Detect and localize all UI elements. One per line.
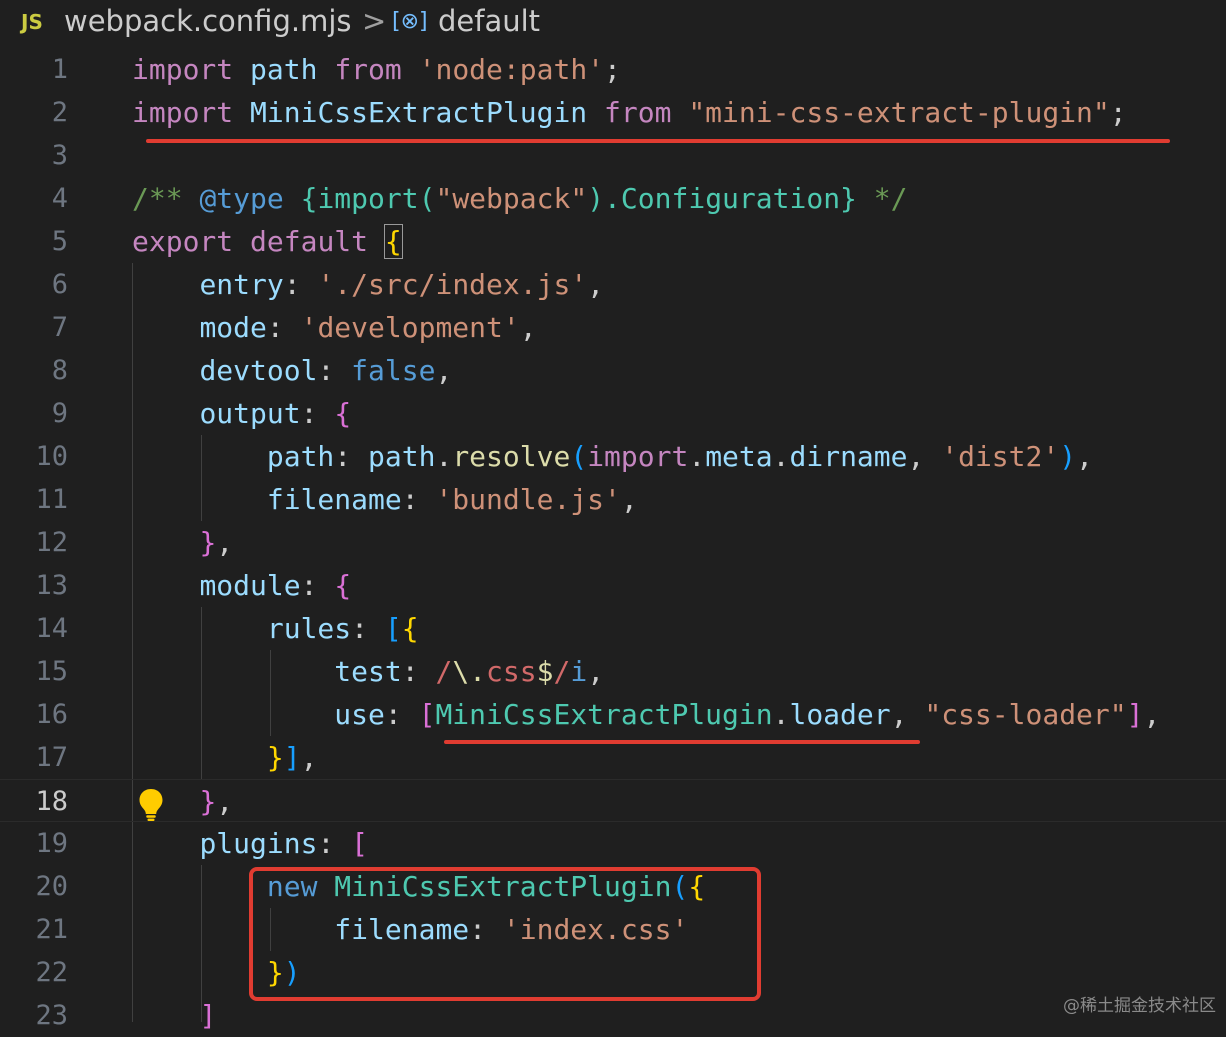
line-number: 4 xyxy=(0,177,68,220)
code-line[interactable]: 19 plugins: [ xyxy=(0,822,1226,865)
chevron-right-icon: > xyxy=(362,4,386,38)
code-text: /** @type {import("webpack").Configurati… xyxy=(132,177,907,220)
code-text: filename: 'bundle.js', xyxy=(132,478,638,521)
code-text: plugins: [ xyxy=(132,822,368,865)
code-line[interactable]: 11 filename: 'bundle.js', xyxy=(0,478,1226,521)
code-text: entry: './src/index.js', xyxy=(132,263,604,306)
line-number: 23 xyxy=(0,994,68,1037)
breadcrumb: JS webpack.config.mjs > [⊗] default xyxy=(0,0,1226,46)
js-file-icon: JS xyxy=(21,10,43,34)
line-number: 9 xyxy=(0,392,68,435)
line-number: 22 xyxy=(0,951,68,994)
line-number: 5 xyxy=(0,220,68,263)
line-number: 11 xyxy=(0,478,68,521)
line-number: 16 xyxy=(0,693,68,736)
breadcrumb-file[interactable]: webpack.config.mjs xyxy=(64,4,351,38)
watermark: @稀土掘金技术社区 xyxy=(1063,991,1216,1016)
line-number: 13 xyxy=(0,564,68,607)
code-line[interactable]: 13 module: { xyxy=(0,564,1226,607)
line-number: 19 xyxy=(0,822,68,865)
breadcrumb-symbol[interactable]: default xyxy=(438,4,540,38)
code-text: use: [MiniCssExtractPlugin.loader, "css-… xyxy=(132,693,1160,736)
code-text: }, xyxy=(132,780,233,823)
line-number: 18 xyxy=(0,780,68,823)
code-text: import MiniCssExtractPlugin from "mini-c… xyxy=(132,91,1127,134)
code-line[interactable]: 9 output: { xyxy=(0,392,1226,435)
annotation-box xyxy=(249,867,761,1001)
line-number: 1 xyxy=(0,48,68,91)
line-number: 7 xyxy=(0,306,68,349)
code-text: }, xyxy=(132,521,233,564)
line-number: 21 xyxy=(0,908,68,951)
code-line[interactable]: 16 use: [MiniCssExtractPlugin.loader, "c… xyxy=(0,693,1226,736)
code-text: mode: 'development', xyxy=(132,306,537,349)
code-text: path: path.resolve(import.meta.dirname, … xyxy=(132,435,1093,478)
code-line[interactable]: 7 mode: 'development', xyxy=(0,306,1226,349)
code-text: import path from 'node:path'; xyxy=(132,48,621,91)
line-number: 3 xyxy=(0,134,68,177)
code-text: test: /\.css$/i, xyxy=(132,650,604,693)
line-number: 17 xyxy=(0,736,68,779)
line-number: 20 xyxy=(0,865,68,908)
code-line[interactable]: 2 import MiniCssExtractPlugin from "mini… xyxy=(0,91,1226,134)
code-text: ] xyxy=(132,994,216,1037)
code-text: module: { xyxy=(132,564,351,607)
code-text: output: { xyxy=(132,392,351,435)
annotation-underline xyxy=(146,139,1170,143)
code-text: rules: [{ xyxy=(132,607,419,650)
symbol-variable-icon: [⊗] xyxy=(392,9,428,34)
annotation-underline xyxy=(444,740,920,744)
code-text: devtool: false, xyxy=(132,349,452,392)
code-line[interactable]: 14 rules: [{ xyxy=(0,607,1226,650)
code-line-current[interactable]: 18 }, xyxy=(0,779,1226,822)
line-number: 15 xyxy=(0,650,68,693)
code-line[interactable]: 15 test: /\.css$/i, xyxy=(0,650,1226,693)
line-number: 14 xyxy=(0,607,68,650)
line-number: 12 xyxy=(0,521,68,564)
code-line[interactable]: 12 }, xyxy=(0,521,1226,564)
line-number: 6 xyxy=(0,263,68,306)
code-line[interactable]: 1 import path from 'node:path'; xyxy=(0,48,1226,91)
code-line[interactable]: 5 export default { xyxy=(0,220,1226,263)
line-number: 8 xyxy=(0,349,68,392)
line-number: 10 xyxy=(0,435,68,478)
code-text: export default { xyxy=(132,220,402,263)
code-text: }], xyxy=(132,736,317,779)
line-number: 2 xyxy=(0,91,68,134)
code-line[interactable]: 8 devtool: false, xyxy=(0,349,1226,392)
code-line[interactable]: 10 path: path.resolve(import.meta.dirnam… xyxy=(0,435,1226,478)
code-line[interactable]: 4 /** @type {import("webpack").Configura… xyxy=(0,177,1226,220)
code-line[interactable]: 6 entry: './src/index.js', xyxy=(0,263,1226,306)
